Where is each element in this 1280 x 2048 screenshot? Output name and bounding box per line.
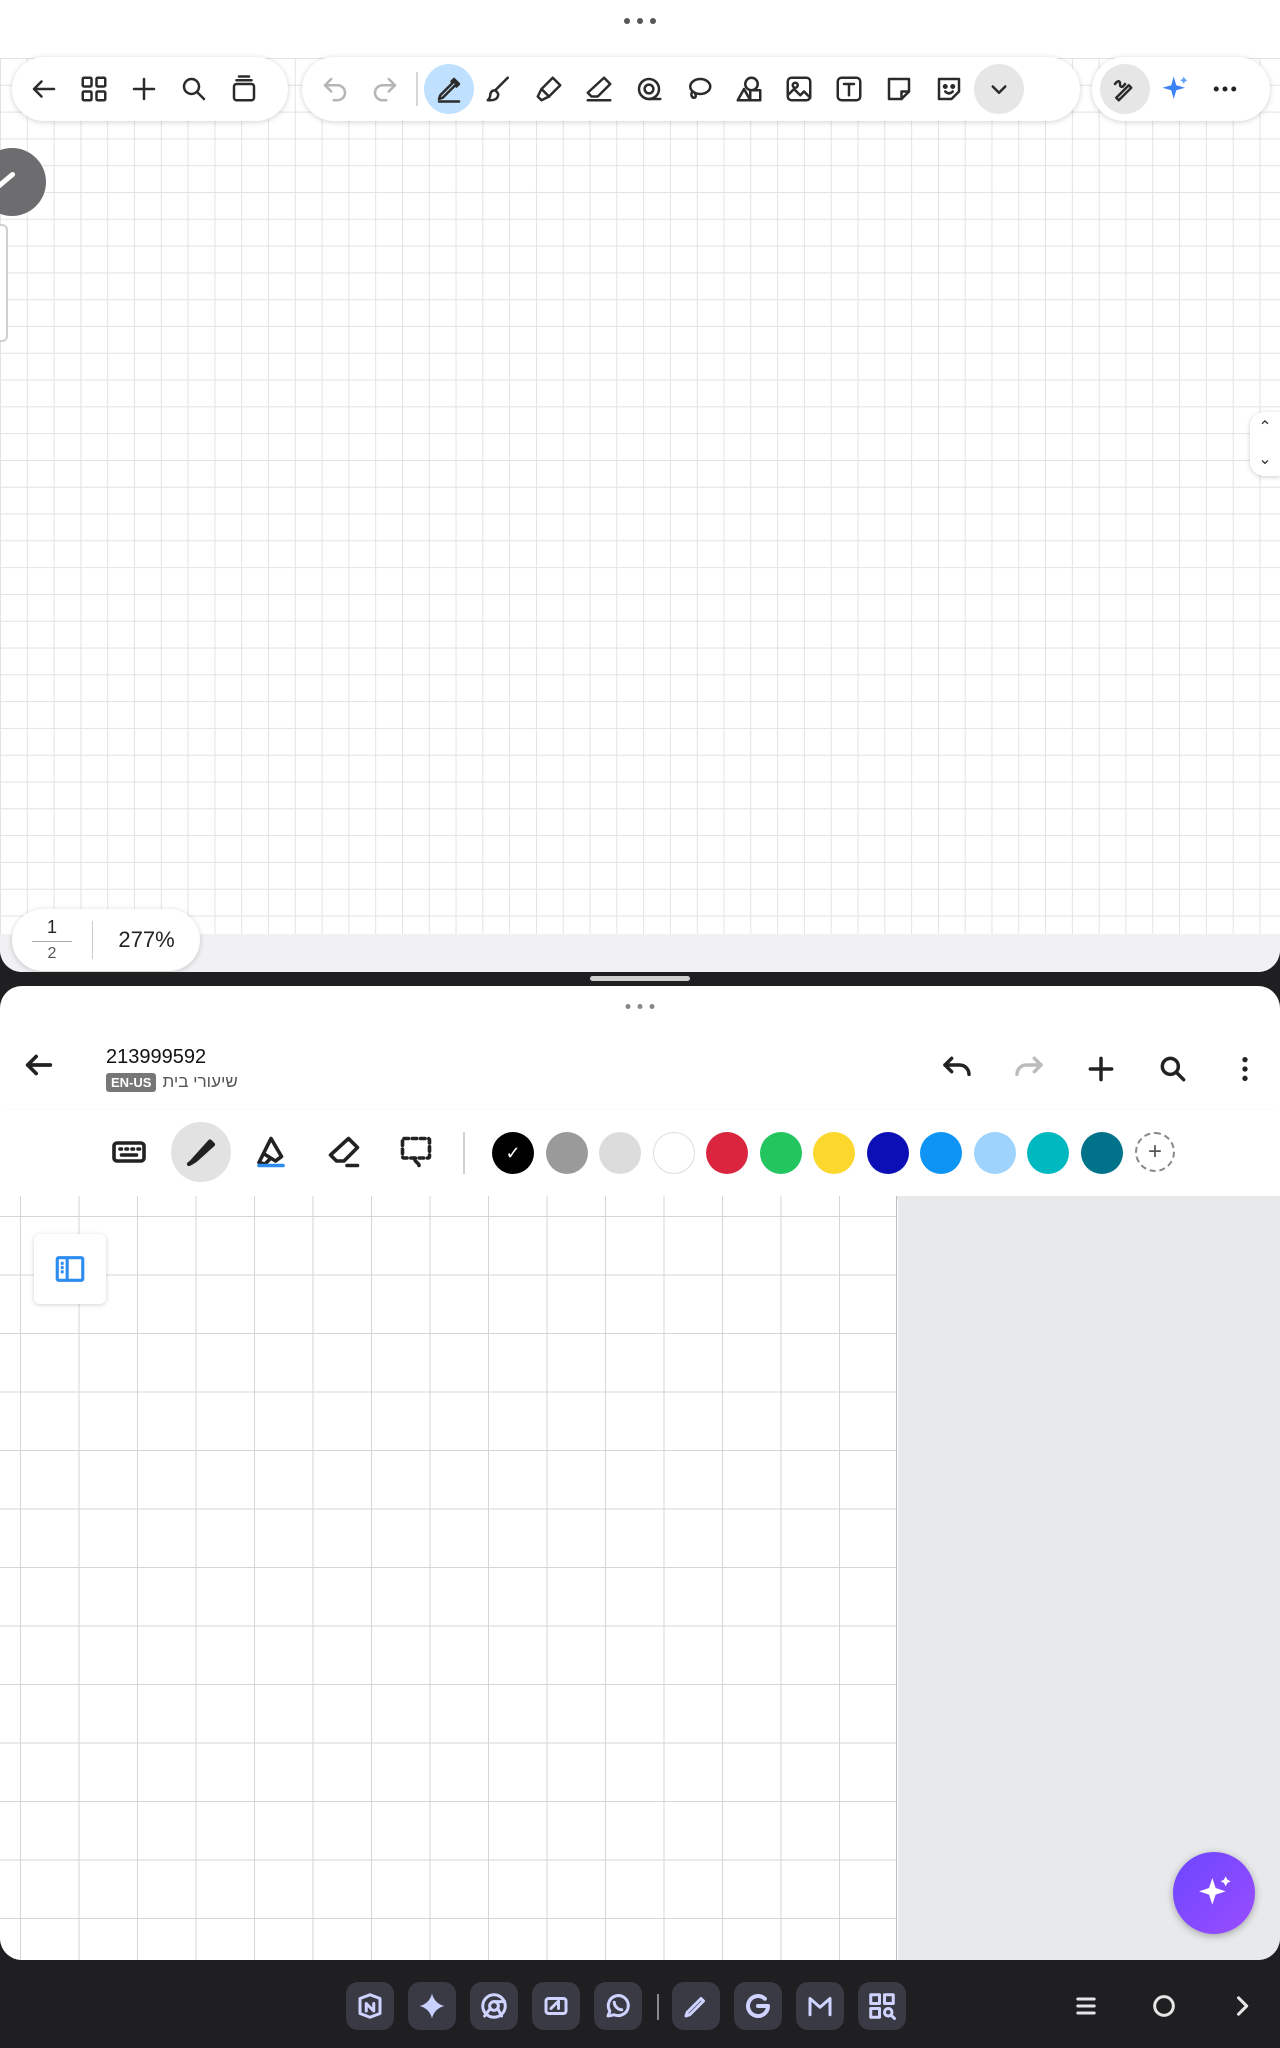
google-icon[interactable]	[734, 1982, 782, 2030]
lasso-icon[interactable]	[674, 64, 724, 114]
undo-icon[interactable]	[932, 1044, 982, 1094]
color-swatch[interactable]	[973, 1132, 1016, 1174]
ai-sparkle-icon[interactable]	[1150, 64, 1200, 114]
text-box-icon[interactable]	[824, 64, 874, 114]
news-icon[interactable]	[532, 1982, 580, 2030]
back-arrow-icon[interactable]	[22, 1048, 62, 1088]
pages-stack-icon[interactable]	[219, 64, 269, 114]
language-badge[interactable]: EN-US	[106, 1072, 157, 1092]
tools-toolbar	[302, 57, 1080, 121]
recents-icon[interactable]	[1066, 1986, 1106, 2026]
assist-toolbar	[1092, 57, 1270, 121]
tools-separator	[463, 1132, 465, 1174]
tape-icon[interactable]	[624, 64, 674, 114]
shapes-icon[interactable]	[724, 64, 774, 114]
screen: ⌃ ⌄ 1 2 277% 213999592 EN-US שיעורי בית	[0, 0, 1280, 2048]
home-icon[interactable]	[1144, 1986, 1184, 2026]
search-icon[interactable]	[169, 64, 219, 114]
keyboard-icon[interactable]	[99, 1122, 159, 1182]
back-icon[interactable]	[1222, 1986, 1262, 2026]
color-swatch[interactable]	[652, 1132, 695, 1174]
chrome-icon[interactable]	[470, 1982, 518, 2030]
header-actions	[932, 1044, 1270, 1094]
redo-icon[interactable]	[1004, 1044, 1054, 1094]
color-swatch[interactable]	[866, 1132, 909, 1174]
color-swatch[interactable]	[1027, 1132, 1069, 1174]
add-color-button[interactable]: +	[1135, 1132, 1175, 1172]
total-pages: 2	[47, 945, 57, 962]
pane-drag-handle[interactable]	[625, 1004, 655, 1009]
redo-icon[interactable]	[360, 64, 410, 114]
color-swatch[interactable]	[759, 1132, 802, 1174]
pane-drag-handle[interactable]	[624, 18, 656, 24]
notes-pen-icon[interactable]	[672, 1982, 720, 2030]
pen-icon[interactable]	[424, 64, 474, 114]
color-swatch[interactable]: ✓	[492, 1132, 534, 1174]
image-icon[interactable]	[774, 64, 824, 114]
document-header: 213999592 EN-US שיעורי בית	[0, 1030, 1280, 1110]
pen-icon[interactable]	[171, 1122, 231, 1182]
note-canvas[interactable]	[0, 1196, 897, 1960]
ai-assistant-button[interactable]	[1173, 1852, 1255, 1934]
apps-search-icon[interactable]	[858, 1982, 906, 2030]
folder-name: שיעורי בית	[162, 1072, 238, 1091]
eraser-icon[interactable]	[314, 1122, 374, 1182]
chevron-down-icon[interactable]: ⌄	[1258, 452, 1271, 468]
sidebar-toggle-icon[interactable]	[34, 1234, 106, 1304]
pen-tools-bar: ✓ +	[0, 1110, 1280, 1196]
more-icon[interactable]	[1200, 64, 1250, 114]
color-swatch[interactable]	[599, 1132, 641, 1174]
back-arrow-icon[interactable]	[19, 64, 69, 114]
grid-view-icon[interactable]	[69, 64, 119, 114]
color-swatch[interactable]	[706, 1132, 748, 1174]
more-vertical-icon[interactable]	[1220, 1044, 1270, 1094]
pen-size-slider[interactable]	[0, 224, 8, 342]
page-fraction: 1 2	[12, 917, 92, 963]
navigation-toolbar	[12, 57, 288, 121]
add-icon[interactable]	[1076, 1044, 1126, 1094]
document-subtitle: EN-US שיעורי בית	[106, 1072, 238, 1092]
gemini-icon[interactable]	[408, 1982, 456, 2030]
color-swatch[interactable]	[813, 1132, 855, 1174]
zoom-level[interactable]: 277%	[93, 927, 200, 953]
handwriting-icon[interactable]	[1100, 64, 1150, 114]
page-scroll-control: ⌃ ⌄	[1250, 412, 1280, 476]
drawing-canvas[interactable]	[0, 58, 1280, 934]
search-icon[interactable]	[1148, 1044, 1198, 1094]
sparkle-icon	[1199, 1876, 1231, 1905]
sticker-icon[interactable]	[924, 64, 974, 114]
taskbar-separator	[657, 1994, 659, 2020]
color-swatch[interactable]	[1080, 1132, 1123, 1174]
toolbar-separator	[416, 72, 418, 106]
highlighter-icon[interactable]	[241, 1122, 301, 1182]
color-swatch[interactable]	[545, 1132, 588, 1174]
notion-icon[interactable]	[346, 1982, 394, 2030]
gmail-icon[interactable]	[796, 1982, 844, 2030]
fraction-line	[32, 941, 72, 942]
highlighter-icon[interactable]	[524, 64, 574, 114]
chevron-up-icon[interactable]: ⌃	[1258, 420, 1271, 436]
chevron-down-icon[interactable]	[974, 64, 1024, 114]
page-indicator[interactable]: 1 2 277%	[12, 909, 200, 971]
checkmark-icon: ✓	[505, 1142, 521, 1163]
lasso-select-icon[interactable]	[386, 1122, 446, 1182]
bottom-notes-pane: 213999592 EN-US שיעורי בית ✓ +	[0, 986, 1280, 1960]
undo-icon[interactable]	[310, 64, 360, 114]
current-page: 1	[46, 917, 57, 937]
system-taskbar	[0, 1960, 1280, 2048]
split-screen-divider[interactable]	[590, 976, 690, 981]
color-swatch[interactable]	[920, 1132, 962, 1174]
document-title[interactable]: 213999592	[106, 1046, 206, 1069]
sticky-note-icon[interactable]	[874, 64, 924, 114]
eraser-icon[interactable]	[574, 64, 624, 114]
add-icon[interactable]	[119, 64, 169, 114]
whatsapp-icon[interactable]	[594, 1982, 642, 2030]
top-notes-pane: ⌃ ⌄ 1 2 277%	[0, 0, 1280, 972]
brush-icon[interactable]	[474, 64, 524, 114]
canvas-margin-area	[898, 1196, 1280, 1960]
